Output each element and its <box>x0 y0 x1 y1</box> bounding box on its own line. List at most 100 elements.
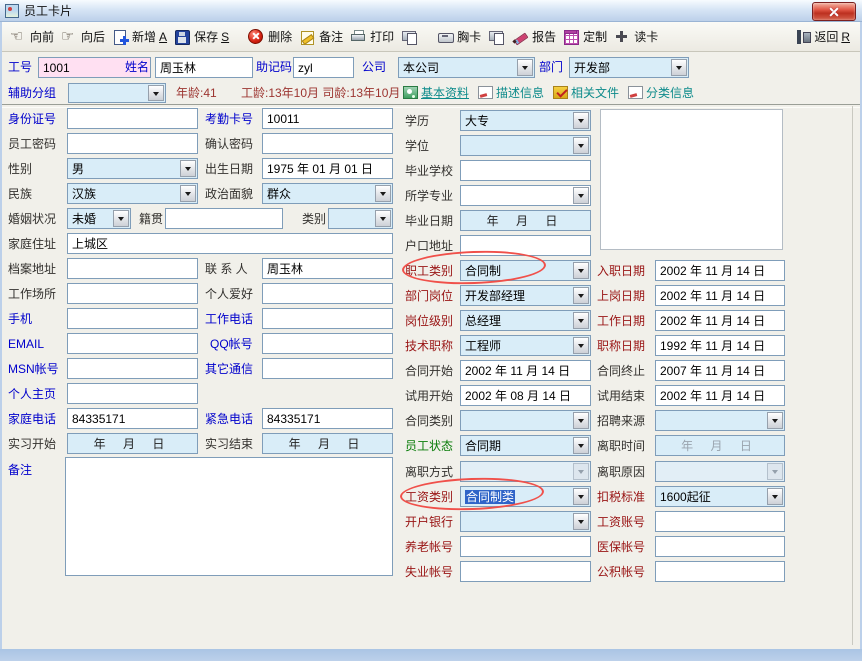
bank-select[interactable] <box>460 511 591 532</box>
pension-acct-input[interactable] <box>460 536 591 557</box>
name-input[interactable]: 周玉林 <box>155 57 253 78</box>
chevron-down-icon[interactable] <box>573 412 589 429</box>
tab-basic-info[interactable]: 基本资料 <box>403 84 469 101</box>
marital-select[interactable]: 未婚 <box>67 208 131 229</box>
msn-input[interactable] <box>67 358 198 379</box>
unemploy-acct-input[interactable] <box>460 561 591 582</box>
work-phone-input[interactable] <box>262 308 393 329</box>
emp-pwd-input[interactable] <box>67 133 198 154</box>
return-button[interactable]: 返回R <box>794 28 850 45</box>
save-button[interactable]: 保存S <box>174 28 229 45</box>
chevron-down-icon[interactable] <box>375 185 391 202</box>
email-input[interactable] <box>67 333 198 354</box>
print-preview-button[interactable] <box>401 29 418 45</box>
customize-button[interactable]: 定制 <box>563 28 607 45</box>
intern-start-date[interactable]: 年 月 日 <box>67 433 198 454</box>
print-button[interactable]: 打印 <box>350 28 394 45</box>
chevron-down-icon[interactable] <box>573 262 589 279</box>
chevron-down-icon[interactable] <box>375 210 391 227</box>
trial-end-date[interactable]: 2002 年 11 月 14 日 <box>655 385 785 406</box>
major-select[interactable] <box>460 185 591 206</box>
chevron-down-icon[interactable] <box>573 112 589 129</box>
chevron-down-icon[interactable] <box>767 488 783 505</box>
grad-school-input[interactable] <box>460 160 591 181</box>
company-select[interactable]: 本公司 <box>398 57 535 78</box>
native-place-input[interactable] <box>165 208 283 229</box>
badge-button[interactable]: 胸卡 <box>437 28 481 45</box>
work-date[interactable]: 2002 年 11 月 14 日 <box>655 310 785 331</box>
chevron-down-icon[interactable] <box>180 160 196 177</box>
post-date[interactable]: 2002 年 11 月 14 日 <box>655 285 785 306</box>
file-addr-input[interactable] <box>67 258 198 279</box>
mnemonic-input[interactable]: zyl <box>293 57 354 78</box>
home-addr-input[interactable]: 上城区 <box>67 233 393 254</box>
chevron-down-icon[interactable] <box>573 513 589 530</box>
next-button[interactable]: 向后 <box>61 28 105 45</box>
hobby-input[interactable] <box>262 283 393 304</box>
recruit-source-select[interactable] <box>655 410 785 431</box>
chevron-down-icon[interactable] <box>573 287 589 304</box>
title-date[interactable]: 1992 年 11 月 14 日 <box>655 335 785 356</box>
chevron-down-icon[interactable] <box>671 59 687 76</box>
education-select[interactable]: 大专 <box>460 110 591 131</box>
chevron-down-icon[interactable] <box>573 312 589 329</box>
category-select[interactable] <box>328 208 393 229</box>
qq-input[interactable] <box>262 333 393 354</box>
fund-acct-input[interactable] <box>655 561 785 582</box>
department-select[interactable]: 开发部 <box>569 57 689 78</box>
note-button[interactable]: 备注 <box>299 28 343 45</box>
aux-group-select[interactable] <box>68 83 166 103</box>
gender-select[interactable]: 男 <box>67 158 198 179</box>
medical-acct-input[interactable] <box>655 536 785 557</box>
chevron-down-icon[interactable] <box>573 137 589 154</box>
chevron-down-icon[interactable] <box>517 59 533 76</box>
other-comm-input[interactable] <box>262 358 393 379</box>
tab-desc-info[interactable]: 描述信息 <box>478 84 544 101</box>
tab-related-files[interactable]: 相关文件 <box>553 84 619 101</box>
post-level-select[interactable]: 总经理 <box>460 310 591 331</box>
contract-end-date[interactable]: 2007 年 11 月 14 日 <box>655 360 785 381</box>
hire-date[interactable]: 2002 年 11 月 14 日 <box>655 260 785 281</box>
emergency-phone-input[interactable]: 84335171 <box>262 408 393 429</box>
confirm-pwd-input[interactable] <box>262 133 393 154</box>
nation-select[interactable]: 汉族 <box>67 183 198 204</box>
tax-std-select[interactable]: 1600起征 <box>655 486 785 507</box>
salary-acct-input[interactable] <box>655 511 785 532</box>
remarks-textarea[interactable] <box>65 457 393 576</box>
tab-class-info[interactable]: 分类信息 <box>628 84 694 101</box>
political-select[interactable]: 群众 <box>262 183 393 204</box>
report-button[interactable]: 报告 <box>512 28 556 45</box>
contract-start-date[interactable]: 2002 年 11 月 14 日 <box>460 360 591 381</box>
new-button[interactable]: 新增A <box>112 28 167 45</box>
chevron-down-icon[interactable] <box>180 185 196 202</box>
home-phone-input[interactable]: 84335171 <box>67 408 198 429</box>
grad-date[interactable]: 年 月 日 <box>460 210 591 231</box>
chevron-down-icon[interactable] <box>113 210 129 227</box>
idcard-input[interactable] <box>67 108 198 129</box>
trial-start-date[interactable]: 2002 年 08 月 14 日 <box>460 385 591 406</box>
intern-end-date[interactable]: 年 月 日 <box>262 433 393 454</box>
chevron-down-icon[interactable] <box>148 85 164 101</box>
chevron-down-icon[interactable] <box>767 412 783 429</box>
chevron-down-icon[interactable] <box>573 437 589 454</box>
emp-status-select[interactable]: 合同期 <box>460 435 591 456</box>
chevron-down-icon[interactable] <box>573 187 589 204</box>
birth-date-input[interactable]: 1975 年 01 月 01 日 <box>262 158 393 179</box>
badge-preview-button[interactable] <box>488 29 505 45</box>
degree-select[interactable] <box>460 135 591 156</box>
attend-card-input[interactable]: 10011 <box>262 108 393 129</box>
mobile-input[interactable] <box>67 308 198 329</box>
reg-addr-input[interactable] <box>460 235 591 256</box>
homepage-input[interactable] <box>67 383 198 404</box>
delete-button[interactable]: 删除 <box>248 28 292 45</box>
prev-button[interactable]: 向前 <box>10 28 54 45</box>
contact-input[interactable]: 周玉林 <box>262 258 393 279</box>
salary-type-select[interactable]: 合同制类 <box>460 486 591 507</box>
workplace-input[interactable] <box>67 283 198 304</box>
contract-type-select[interactable] <box>460 410 591 431</box>
chevron-down-icon[interactable] <box>573 337 589 354</box>
dept-post-select[interactable]: 开发部经理 <box>460 285 591 306</box>
chevron-down-icon[interactable] <box>573 488 589 505</box>
emp-type-select[interactable]: 合同制 <box>460 260 591 281</box>
close-icon[interactable] <box>812 2 856 21</box>
